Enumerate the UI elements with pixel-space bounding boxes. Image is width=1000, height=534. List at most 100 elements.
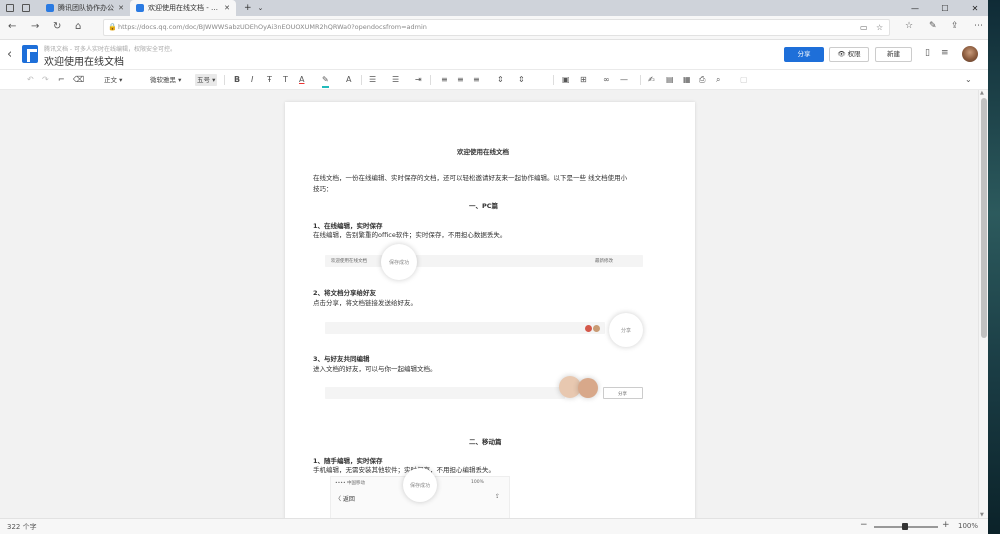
tip2-body: 点击分享，将文档链接发送给好友。 — [313, 299, 417, 307]
tab-list-icon[interactable] — [22, 4, 30, 12]
forward-icon[interactable]: → — [31, 21, 39, 32]
link-icon[interactable]: ∞ — [603, 74, 610, 86]
format-painter-icon[interactable]: ⌐ — [58, 74, 65, 86]
document-page[interactable]: 欢迎使用在线文档 在线文档，一份在线编辑、实时保存的文档，还可以轻松邀请好友来一… — [285, 102, 695, 522]
size-select[interactable]: 五号 ▾ — [195, 74, 218, 86]
close-tab-icon[interactable]: ✕ — [224, 4, 230, 12]
more-icon[interactable]: ⋯ — [974, 21, 983, 31]
copy-icon[interactable]: ▦ — [683, 74, 691, 86]
italic-icon[interactable]: I — [251, 74, 253, 86]
clear-style-icon[interactable]: A — [346, 74, 351, 86]
back-chevron-icon[interactable]: ‹ — [7, 47, 12, 62]
vertical-scrollbar[interactable]: ▲ ▼ — [978, 90, 988, 518]
collaborator-avatar — [593, 325, 600, 332]
line-spacing-icon[interactable]: ⇕ — [497, 74, 504, 86]
new-button[interactable]: 新建 — [875, 47, 912, 62]
coedit-share-box: 分享 — [603, 387, 643, 399]
table-icon[interactable]: ⊞ — [580, 74, 587, 86]
para-spacing-icon[interactable]: ⇕ — [518, 74, 525, 86]
tab-online-doc[interactable]: 欢迎使用在线文档 - 腾讯 ✕ — [130, 0, 236, 16]
pen-icon[interactable]: ✎ — [929, 21, 937, 31]
coedit-illustration — [325, 387, 565, 399]
zoom-slider-knob[interactable] — [902, 523, 908, 530]
divider — [361, 75, 362, 85]
superscript-icon[interactable]: T — [283, 74, 288, 86]
document-title: 欢迎使用在线文档 — [457, 148, 509, 156]
highlight-icon[interactable]: ✎ — [322, 74, 329, 88]
fig1-right-text: 最新修改 — [595, 259, 613, 264]
divider — [224, 75, 225, 85]
intro-line-1: 在线文档，一份在线编辑、实时保存的文档，还可以轻松邀请好友来一起协作编辑。以下是… — [313, 174, 628, 182]
mobile-icon[interactable]: ▯ — [925, 48, 930, 58]
collaborator-avatar — [585, 325, 592, 332]
star-icon[interactable]: ☆ — [876, 20, 883, 35]
image-icon[interactable]: ▣ — [562, 74, 570, 86]
phone-carrier: •••• 中国移动 — [335, 481, 366, 486]
refresh-icon[interactable]: ↻ — [53, 21, 61, 32]
scrollbar-thumb[interactable] — [981, 98, 987, 338]
font-color-icon[interactable]: A — [299, 74, 304, 86]
phone-back: 〈 返回 — [335, 496, 355, 503]
share-icon[interactable]: ⇪ — [951, 21, 959, 31]
clear-format-icon[interactable]: ⌫ — [73, 74, 84, 86]
address-bar: ← → ↻ ⌂ 🔒 https://docs.qq.com/doc/BJWWWS… — [0, 16, 1000, 40]
redo-icon[interactable]: ↷ — [42, 74, 49, 86]
comment-icon[interactable]: ✍ — [648, 74, 655, 86]
divider — [430, 75, 431, 85]
doc-title[interactable]: 欢迎使用在线文档 — [44, 53, 124, 68]
history-icon[interactable]: ▤ — [666, 74, 674, 86]
status-bar: 322 个字 − + 100% — [0, 518, 1000, 534]
minimize-icon[interactable]: — — [900, 0, 930, 16]
undo-icon[interactable]: ↶ — [27, 74, 34, 86]
strikethrough-icon[interactable]: Ŧ — [267, 74, 272, 86]
style-select[interactable]: 正文 ▾ — [104, 74, 122, 86]
bold-icon[interactable]: B — [234, 74, 240, 86]
avatar[interactable] — [962, 46, 978, 62]
fig1-bubble-text: 保存成功 — [388, 259, 409, 266]
ordered-list-icon[interactable]: ☰ — [369, 74, 376, 86]
bullet-list-icon[interactable]: ☰ — [392, 74, 399, 86]
share-button[interactable]: 分享 — [784, 47, 824, 62]
phone-share-icon: ⇪ — [495, 493, 501, 500]
eye-icon: 👁 — [837, 50, 848, 58]
reader-view-icon[interactable]: ▭ — [860, 20, 868, 35]
new-tab-icon[interactable]: + — [244, 3, 252, 13]
indent-icon[interactable]: ⇥ — [415, 74, 422, 86]
tab-tencent-office[interactable]: 腾讯团队协作办公 ✕ — [40, 0, 130, 16]
phone-bubble-text: 保存成功 — [409, 482, 430, 489]
permission-button[interactable]: 👁 权限 — [829, 47, 869, 62]
tip3-body: 进入文档的好友，可以与你一起编辑文档。 — [313, 365, 437, 373]
divider-line-icon[interactable]: — — [620, 74, 628, 86]
print-icon[interactable]: ⎙ — [699, 74, 705, 86]
favorites-icon[interactable]: ☆ — [905, 21, 913, 31]
align-left-icon[interactable]: ≡ — [441, 74, 448, 86]
more-tools-icon[interactable]: ▢ — [740, 74, 748, 86]
desktop-background — [988, 0, 1000, 534]
tencent-docs-logo[interactable] — [22, 45, 38, 63]
divider — [640, 75, 641, 85]
home-icon[interactable]: ⌂ — [75, 21, 81, 32]
back-icon[interactable]: ← — [8, 21, 16, 32]
collapse-toolbar-icon[interactable]: ⌄ — [965, 74, 972, 86]
search-icon[interactable]: ⌕ — [716, 74, 720, 86]
tab-dropdown-icon[interactable]: ⌄ — [258, 4, 264, 12]
section-mobile-title: 二、移动篇 — [469, 438, 502, 446]
tab-label: 腾讯团队协作办公 — [58, 4, 114, 12]
menu-icon[interactable]: ≡ — [941, 48, 949, 58]
tab-actions-icon[interactable] — [6, 4, 14, 12]
close-window-icon[interactable]: ✕ — [960, 0, 990, 16]
size-value: 五号 — [197, 76, 210, 84]
align-right-icon[interactable]: ≡ — [473, 74, 480, 86]
save-success-bubble: 保存成功 — [381, 244, 417, 280]
url-field[interactable]: 🔒 https://docs.qq.com/doc/BJWWWSabzUDEhO… — [103, 19, 890, 36]
close-tab-icon[interactable]: ✕ — [118, 4, 124, 12]
fig2-bubble-text: 分享 — [620, 327, 631, 334]
word-count: 322 个字 — [7, 523, 37, 531]
scroll-up-icon[interactable]: ▲ — [980, 90, 984, 96]
zoom-in-icon[interactable]: + — [942, 520, 950, 530]
zoom-out-icon[interactable]: − — [860, 520, 868, 530]
align-center-icon[interactable]: ≡ — [457, 74, 464, 86]
maximize-icon[interactable]: ☐ — [930, 0, 960, 16]
font-select[interactable]: 微软雅黑 ▾ — [150, 74, 181, 86]
header-tip: 腾讯文档 - 可多人实时在线编辑，权限安全可控。 — [44, 46, 176, 53]
